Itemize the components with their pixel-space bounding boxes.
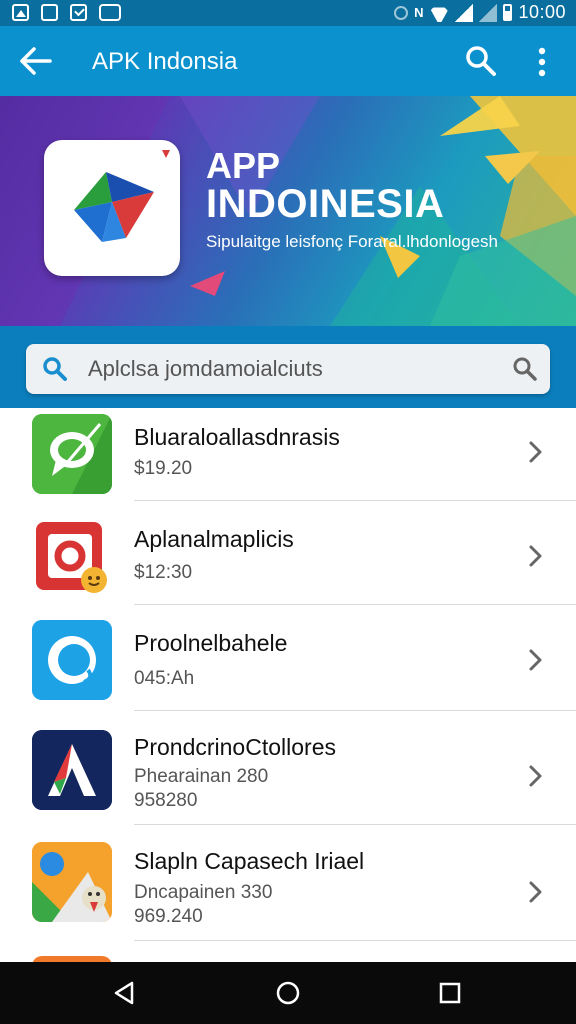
app-icon-maps xyxy=(32,842,112,922)
chevron-right-icon xyxy=(529,649,542,671)
divider xyxy=(134,940,576,941)
screenshot-notification-icon xyxy=(41,4,58,21)
banner-title-line1: APP xyxy=(206,145,281,186)
chevron-right-icon xyxy=(529,545,542,567)
app-price: $12:30 xyxy=(134,562,193,583)
app-list: Bluaraloallasdnrasis $19.20 Aplanalmapli… xyxy=(0,408,576,962)
search-submit-icon[interactable] xyxy=(512,356,538,382)
app-icon-letter-a xyxy=(32,730,112,810)
promo-banner[interactable]: APP INDOINESIA Sipulaitge leisfonç Forar… xyxy=(0,96,576,326)
app-name: ProndcrinoCtollores xyxy=(134,734,336,760)
app-price: 958280 xyxy=(134,790,198,811)
clock: 10:00 xyxy=(518,2,566,22)
search-bar[interactable] xyxy=(26,344,550,394)
list-item[interactable]: Bluaraloallasdnrasis $19.20 xyxy=(0,408,576,502)
chevron-right-icon xyxy=(529,441,542,463)
search-input[interactable] xyxy=(88,354,498,384)
nav-recents-icon[interactable] xyxy=(435,978,465,1008)
app-bar: APK Indonsia xyxy=(0,26,576,96)
app-name: Aplanalmaplicis xyxy=(134,526,294,552)
divider xyxy=(134,500,576,501)
back-arrow-icon xyxy=(20,47,52,75)
list-item[interactable]: ProndcrinoCtollores Phearainan 280 95828… xyxy=(0,712,576,826)
image-notification-icon xyxy=(12,4,29,21)
back-button[interactable] xyxy=(18,44,54,78)
app-name: Proolnelbahele xyxy=(134,630,288,656)
banner-title-line2: INDOINESIA xyxy=(206,182,445,226)
app-icon-browser xyxy=(32,620,112,700)
list-item[interactable]: Slapln Capasech Iriael Dncapainen 330 96… xyxy=(0,826,576,942)
app-icon-camera xyxy=(32,518,112,598)
search-button[interactable] xyxy=(464,44,498,78)
nav-home-icon[interactable] xyxy=(273,978,303,1008)
divider xyxy=(134,710,576,711)
search-icon xyxy=(466,46,496,76)
signal-secondary-icon xyxy=(479,3,498,22)
wifi-icon xyxy=(429,4,449,22)
signal-icon xyxy=(455,3,474,22)
list-item[interactable]: Aplanalmaplicis $12:30 xyxy=(0,502,576,606)
app-name: Bluaraloallasdnrasis xyxy=(134,424,340,450)
app-publisher: Phearainan 280 xyxy=(134,766,269,787)
divider xyxy=(134,604,576,605)
app-price: $19.20 xyxy=(134,458,193,479)
chevron-right-icon xyxy=(529,765,542,787)
battery-icon xyxy=(503,4,513,21)
status-bar: N 10:00 xyxy=(0,0,576,26)
page-title: APK Indonsia xyxy=(92,48,238,75)
nav-back-icon[interactable] xyxy=(110,978,140,1008)
more-vert-icon xyxy=(538,47,546,77)
banner-subtitle: Sipulaitge leisfonç Foraral.lhdonlogesh xyxy=(206,232,499,251)
divider xyxy=(134,824,576,825)
list-item-partial[interactable] xyxy=(0,942,576,962)
app-icon-chat xyxy=(32,414,112,494)
nfc-icon: N xyxy=(414,5,424,20)
app-price: 969.240 xyxy=(134,906,203,927)
more-options-button[interactable] xyxy=(528,44,556,80)
search-icon xyxy=(43,357,67,381)
app-name: Slapln Capasech Iriael xyxy=(134,848,365,874)
app-publisher: Dncapainen 330 xyxy=(134,882,273,903)
app-indonesia-logo xyxy=(44,140,180,276)
notification-icons xyxy=(12,4,121,21)
chevron-right-icon xyxy=(529,881,542,903)
check-notification-icon xyxy=(70,4,87,21)
sync-icon xyxy=(394,5,409,20)
system-icons: N 10:00 xyxy=(394,2,566,23)
list-item[interactable]: Proolnelbahele 045:Ah xyxy=(0,606,576,712)
app-price: 045:Ah xyxy=(134,668,195,689)
app-logo-mark xyxy=(74,150,170,242)
video-notification-icon xyxy=(99,4,121,21)
search-strip xyxy=(0,326,576,408)
navigation-bar xyxy=(0,962,576,1024)
